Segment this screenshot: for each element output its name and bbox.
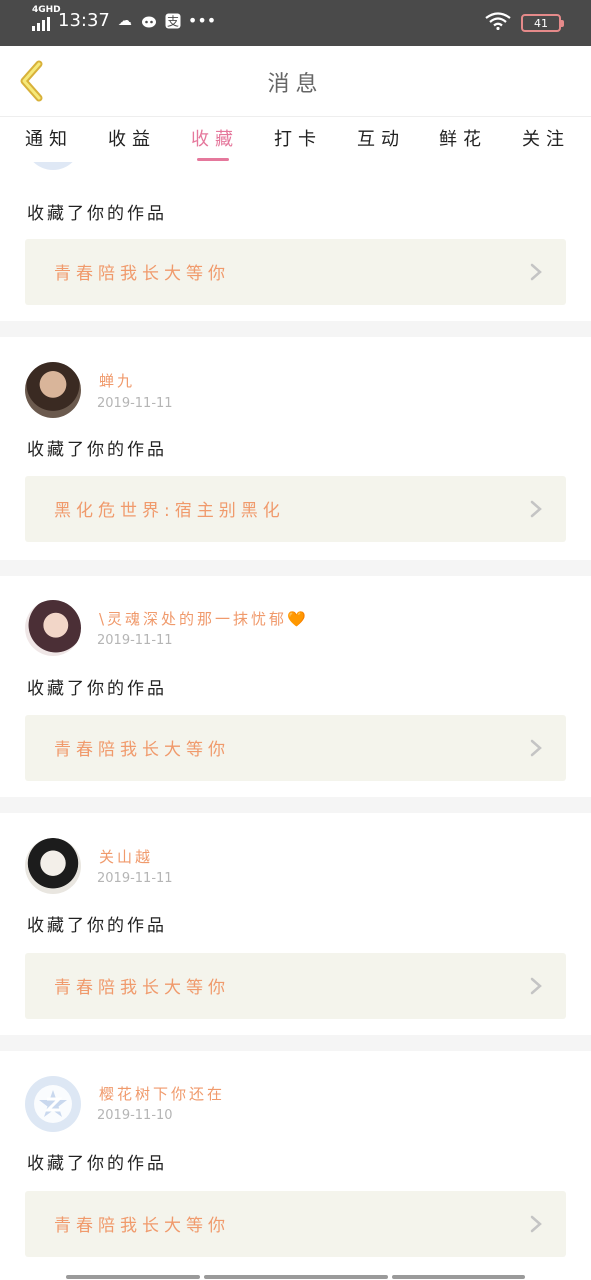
cat-icon xyxy=(140,13,158,29)
action-text: 收藏了你的作品 xyxy=(27,679,167,699)
action-text: 收藏了你的作品 xyxy=(27,916,167,936)
top-app-bar: 消息 xyxy=(0,46,591,116)
wifi-icon xyxy=(485,12,511,34)
cloud-icon: ☁ xyxy=(117,12,132,29)
action-text: 收藏了你的作品 xyxy=(27,440,167,460)
active-tab-indicator xyxy=(197,158,229,161)
action-text: 收藏了你的作品 xyxy=(27,1154,167,1174)
clock: 13:37 xyxy=(58,10,110,31)
tab-notifications[interactable]: 通知 xyxy=(25,125,73,151)
signal-icon: 4GHD xyxy=(32,5,61,31)
heart-icon: 🧡 xyxy=(287,610,309,628)
avatar[interactable] xyxy=(25,838,81,894)
user-name[interactable]: 蝉九 xyxy=(99,370,135,391)
work-title: 青春陪我长大等你 xyxy=(54,740,230,760)
tab-flowers[interactable]: 鲜花 xyxy=(439,125,487,151)
more-dots-icon: ••• xyxy=(187,11,217,30)
work-link[interactable]: 黑化危世界:宿主别黑化 xyxy=(25,476,566,542)
system-nav-bar[interactable] xyxy=(0,1270,591,1280)
page-title: 消息 xyxy=(267,72,324,97)
date: 2019-11-11 xyxy=(97,871,173,886)
nav-segment[interactable] xyxy=(392,1275,525,1279)
list-item: \灵魂深处的那一抹忧郁🧡 2019-11-11 收藏了你的作品 青春陪我长大等你 xyxy=(0,576,591,797)
date: 2019-11-11 xyxy=(97,633,173,648)
list-item: 蝉九 2019-11-11 收藏了你的作品 黑化危世界:宿主别黑化 xyxy=(0,337,591,560)
chevron-right-icon xyxy=(530,1215,542,1233)
chevron-right-icon xyxy=(530,977,542,995)
chevron-right-icon xyxy=(530,263,542,281)
list-item: 收藏了你的作品 青春陪我长大等你 xyxy=(0,162,591,321)
work-title: 青春陪我长大等你 xyxy=(54,1216,230,1236)
list-item: 樱花树下你还在 2019-11-10 收藏了你的作品 青春陪我长大等你 xyxy=(0,1051,591,1280)
work-link[interactable]: 青春陪我长大等你 xyxy=(25,1191,566,1257)
user-name[interactable]: \灵魂深处的那一抹忧郁🧡 xyxy=(99,608,309,629)
tab-interaction[interactable]: 互动 xyxy=(357,125,405,151)
chevron-right-icon xyxy=(530,739,542,757)
battery-icon: 41 xyxy=(521,14,564,32)
battery-level: 41 xyxy=(534,16,548,30)
date: 2019-11-10 xyxy=(97,1108,173,1123)
action-text: 收藏了你的作品 xyxy=(27,204,167,224)
work-link[interactable]: 青春陪我长大等你 xyxy=(25,715,566,781)
user-name[interactable]: 关山越 xyxy=(99,846,153,867)
avatar[interactable] xyxy=(25,162,81,170)
nav-segment[interactable] xyxy=(204,1275,388,1279)
date: 2019-11-11 xyxy=(97,396,173,411)
tab-following[interactable]: 关注 xyxy=(522,125,570,151)
network-type: 4GHD xyxy=(32,4,61,15)
default-avatar-icon xyxy=(34,1085,72,1123)
list-item: 关山越 2019-11-11 收藏了你的作品 青春陪我长大等你 xyxy=(0,813,591,1035)
work-title: 青春陪我长大等你 xyxy=(54,978,230,998)
status-bar: 4GHD 13:37 ☁ 支 ••• 41 xyxy=(0,0,591,46)
avatar[interactable] xyxy=(25,1076,81,1132)
user-name[interactable]: 樱花树下你还在 xyxy=(99,1083,225,1104)
svg-text:支: 支 xyxy=(167,14,179,28)
tab-earnings[interactable]: 收益 xyxy=(108,125,156,151)
tab-bar: 通知 收益 收藏 打卡 互动 鲜花 关注 xyxy=(0,116,591,162)
avatar[interactable] xyxy=(25,600,81,656)
alipay-icon: 支 xyxy=(164,13,182,29)
nav-segment[interactable] xyxy=(66,1275,200,1279)
work-link[interactable]: 青春陪我长大等你 xyxy=(25,953,566,1019)
work-title: 黑化危世界:宿主别黑化 xyxy=(54,501,285,521)
avatar[interactable] xyxy=(25,362,81,418)
tab-favorites[interactable]: 收藏 xyxy=(191,125,239,151)
favorites-list[interactable]: 收藏了你的作品 青春陪我长大等你 蝉九 2019-11-11 收藏了你的作品 黑… xyxy=(0,162,591,1280)
work-link[interactable]: 青春陪我长大等你 xyxy=(25,239,566,305)
tab-checkin[interactable]: 打卡 xyxy=(274,125,322,151)
work-title: 青春陪我长大等你 xyxy=(54,264,230,284)
chevron-right-icon xyxy=(530,500,542,518)
